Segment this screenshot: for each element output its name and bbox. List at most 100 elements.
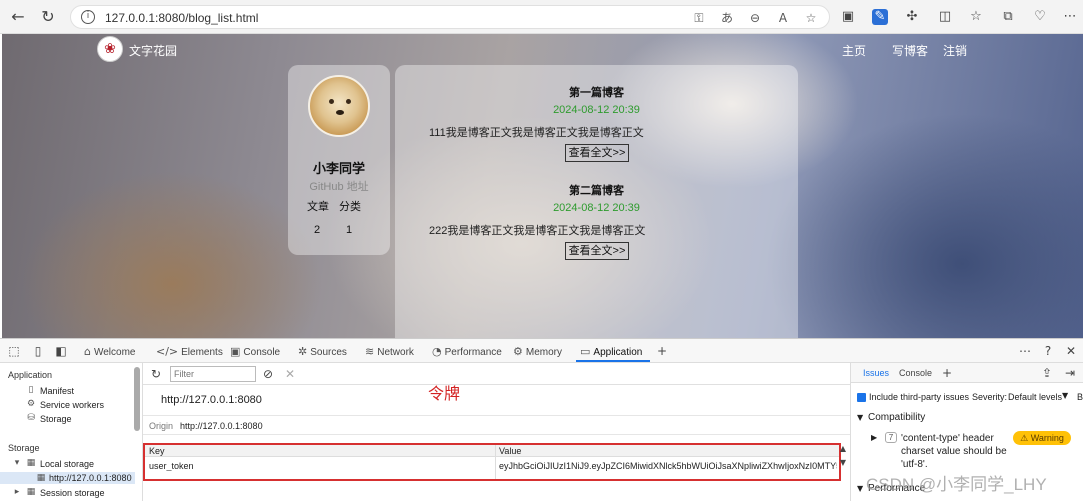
sidebar-section-storage: Storage bbox=[8, 443, 40, 453]
site-info-icon[interactable]: i bbox=[81, 10, 95, 24]
zoom-icon[interactable]: ⊖ bbox=[747, 10, 763, 26]
more-options-icon[interactable]: ⋯ bbox=[1017, 343, 1033, 359]
chevron-right-icon[interactable]: ▶ bbox=[871, 433, 877, 442]
url-text[interactable]: 127.0.0.1:8080/blog_list.html bbox=[105, 11, 258, 25]
post-title: 第一篇博客 bbox=[569, 87, 624, 99]
sidebar-item-storage[interactable]: Storage bbox=[40, 414, 72, 424]
nav-home-link[interactable]: 主页 bbox=[842, 42, 866, 59]
tab-elements[interactable]: </> Elements bbox=[156, 345, 223, 358]
issue-text[interactable]: 'content-type' header charset value shou… bbox=[901, 432, 1011, 471]
chevron-down-icon[interactable]: ▾ bbox=[12, 458, 22, 468]
site-navbar: ❀ 文字花园 主页 写博客 注销 bbox=[2, 34, 1083, 64]
inspect-element-icon[interactable]: ⬚ bbox=[6, 343, 22, 359]
browser-essentials-icon[interactable]: ♡ bbox=[1032, 9, 1048, 25]
table-scrollbar[interactable]: ▲ ▼ bbox=[839, 443, 847, 473]
nav-logout-link[interactable]: 注销 bbox=[943, 42, 967, 59]
column-divider[interactable] bbox=[495, 445, 496, 479]
add-tab-icon[interactable]: + bbox=[939, 365, 955, 381]
extension-split-icon[interactable]: ▣ bbox=[840, 9, 856, 25]
tab-network[interactable]: ≋ Network bbox=[365, 345, 414, 358]
storage-table: Key Value user_token eyJhbGciOiJIUzI1NiJ… bbox=[143, 443, 841, 481]
column-header-value[interactable]: Value bbox=[499, 446, 521, 456]
close-devtools-icon[interactable]: ✕ bbox=[1063, 343, 1079, 359]
back-arrow-icon[interactable]: ← bbox=[8, 7, 28, 27]
group-compatibility[interactable]: Compatibility bbox=[868, 412, 925, 423]
blog-list-card: 第一篇博客 2024-08-12 20:39 111我是博客正文我是博客正文我是… bbox=[395, 65, 798, 338]
column-header-key[interactable]: Key bbox=[149, 446, 165, 456]
post-date: 2024-08-12 20:39 bbox=[553, 104, 640, 116]
user-name: 小李同学 bbox=[312, 161, 365, 176]
chevron-down-icon[interactable]: ▼ bbox=[1062, 391, 1068, 400]
tab-console[interactable]: ▣ Console bbox=[230, 345, 280, 358]
refresh-icon[interactable]: ↻ bbox=[148, 366, 164, 382]
token-annotation: 令牌 bbox=[428, 386, 461, 403]
github-link[interactable]: GitHub 地址 bbox=[288, 178, 390, 194]
third-party-checkbox[interactable] bbox=[857, 393, 866, 402]
stat-value-categories: 1 bbox=[346, 224, 353, 236]
add-tab-icon[interactable]: + bbox=[654, 343, 670, 359]
sidebar-item-session-storage[interactable]: Session storage bbox=[40, 488, 105, 498]
sidebar-scrollbar[interactable] bbox=[134, 367, 140, 431]
chevron-down-icon[interactable]: ▼ bbox=[857, 413, 863, 422]
sidebar-item-local-origin[interactable]: http://127.0.0.1:8080 bbox=[49, 473, 132, 483]
read-aloud-icon[interactable]: A bbox=[775, 10, 791, 26]
extension-blue-icon[interactable]: ✎ bbox=[872, 9, 888, 25]
toggle-sidebar-icon[interactable]: ◧ bbox=[53, 343, 69, 359]
reload-icon[interactable]: ↻ bbox=[38, 7, 58, 27]
table-cell-key[interactable]: user_token bbox=[149, 461, 489, 471]
address-bar[interactable]: i 127.0.0.1:8080/blog_list.html ⚿ あ ⊖ A … bbox=[70, 5, 830, 29]
gauge-icon: ◔ bbox=[432, 345, 442, 358]
tab-application[interactable]: ▭ Application bbox=[580, 345, 642, 358]
clear-all-icon[interactable]: ⊘ bbox=[260, 366, 276, 382]
devtools-tabbar: ⬚ ▯ ◧ ⌂ Welcome </> Elements ▣ Console ✲ Sou… bbox=[0, 339, 1083, 363]
help-icon[interactable]: ? bbox=[1040, 343, 1056, 359]
read-more-button[interactable]: 查看全文>> bbox=[565, 144, 629, 162]
sidebar-section-application: Application bbox=[8, 370, 53, 380]
wifi-icon: ≋ bbox=[365, 345, 375, 358]
gear-icon: ⚙ bbox=[26, 399, 36, 409]
avatar bbox=[308, 75, 370, 137]
avatar-eye bbox=[346, 99, 351, 104]
table-icon: ▦ bbox=[26, 458, 36, 468]
extensions-puzzle-icon[interactable]: ✣ bbox=[904, 9, 920, 25]
severity-select[interactable]: Default levels bbox=[1008, 392, 1062, 402]
favorite-star-icon[interactable]: ☆ bbox=[803, 10, 819, 26]
table-icon: ▦ bbox=[36, 473, 46, 483]
delete-selected-icon[interactable]: ✕ bbox=[282, 366, 298, 382]
key-icon[interactable]: ⚿ bbox=[691, 10, 707, 26]
nav-write-link[interactable]: 写博客 bbox=[892, 42, 928, 59]
tab-memory[interactable]: ⚙ Memory bbox=[513, 345, 562, 358]
tab-issues[interactable]: Issues bbox=[863, 368, 889, 378]
site-title: 文字花园 bbox=[129, 44, 178, 58]
browser-toolbar: ← ↻ i 127.0.0.1:8080/blog_list.html ⚿ あ … bbox=[0, 0, 1083, 34]
drawer-tabbar: Issues Console + ⇪ ⇥ bbox=[851, 363, 1083, 383]
sidebar-item-manifest[interactable]: Manifest bbox=[40, 386, 74, 396]
stat-value-articles: 2 bbox=[314, 224, 321, 236]
warning-badge: ⚠ Warning bbox=[1013, 431, 1071, 445]
tab-welcome[interactable]: ⌂ Welcome bbox=[84, 345, 135, 358]
collections-icon[interactable]: ⧉ bbox=[1000, 9, 1016, 25]
chevron-right-icon[interactable]: ▸ bbox=[12, 487, 22, 497]
chevron-down-icon[interactable]: ▼ bbox=[857, 484, 863, 493]
favorites-icon[interactable]: ☆ bbox=[968, 9, 984, 25]
more-menu-icon[interactable]: ⋯ bbox=[1062, 9, 1078, 25]
split-screen-icon[interactable]: ◫ bbox=[937, 9, 953, 25]
chip-icon: ⚙ bbox=[513, 345, 523, 358]
close-drawer-icon[interactable]: ⇥ bbox=[1062, 365, 1078, 381]
tab-drawer-console[interactable]: Console bbox=[899, 368, 932, 378]
read-more-button[interactable]: 查看全文>> bbox=[565, 242, 629, 260]
code-icon: </> bbox=[156, 345, 179, 358]
filter-input[interactable] bbox=[170, 366, 256, 382]
tab-sources[interactable]: ✲ Sources bbox=[298, 345, 347, 358]
table-cell-value[interactable]: eyJhbGciOiJIUzI1NiJ9.eyJpZCI6MiwidXNlck5… bbox=[499, 461, 837, 471]
tab-performance[interactable]: ◔ Performance bbox=[432, 345, 502, 358]
device-emulation-icon[interactable]: ▯ bbox=[30, 343, 46, 359]
translate-icon[interactable]: あ bbox=[719, 10, 735, 26]
application-sidebar: Application ▯ Manifest ⚙ Service workers… bbox=[0, 363, 143, 501]
origin-label: Origin bbox=[149, 421, 174, 431]
sidebar-item-service-workers[interactable]: Service workers bbox=[40, 400, 104, 410]
dock-icon[interactable]: ⇪ bbox=[1039, 365, 1055, 381]
sidebar-item-local-storage[interactable]: Local storage bbox=[40, 459, 94, 469]
scroll-down-icon[interactable]: ▼ bbox=[835, 455, 851, 471]
rose-logo-icon: ❀ bbox=[97, 36, 123, 62]
